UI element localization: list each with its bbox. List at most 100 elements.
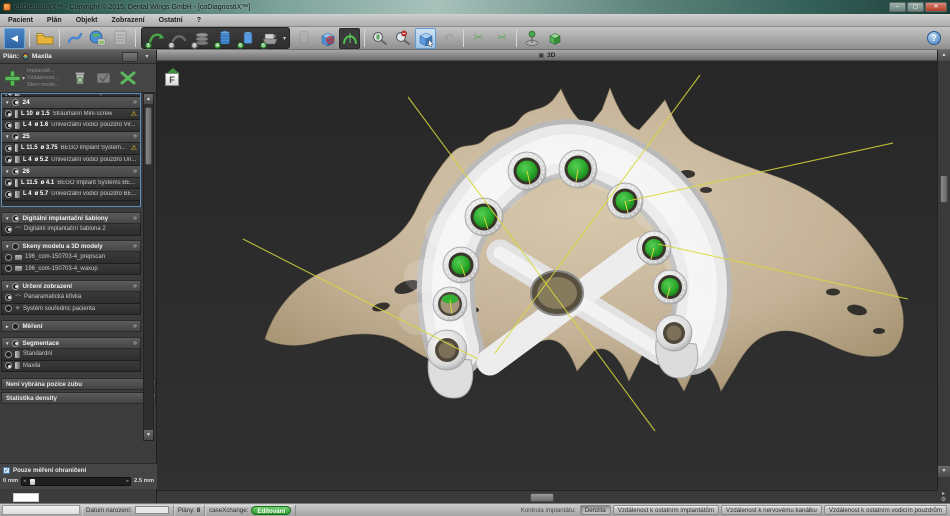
open-folder-button[interactable] xyxy=(34,28,55,49)
menu-zobrazeni[interactable]: Zobrazení xyxy=(112,17,145,24)
menu-ostatni[interactable]: Ostatní xyxy=(159,17,183,24)
collapse-triangle-icon[interactable]: ► xyxy=(5,324,9,329)
sleeve-implant[interactable] xyxy=(508,152,546,190)
sleeve-implant[interactable] xyxy=(559,150,597,188)
density-statistics-bar[interactable]: Statistika density ⇅ xyxy=(1,392,156,404)
collapse-triangle-icon[interactable]: ▼ xyxy=(5,100,9,105)
viewport-hscrollbar[interactable] xyxy=(157,490,937,503)
workflow-step-3-button[interactable]: 3 xyxy=(191,28,212,49)
visibility-radio[interactable] xyxy=(5,254,12,261)
section-header[interactable]: ▼ Skeny modelu a 3D modely » xyxy=(1,240,141,252)
plan-curve-button[interactable] xyxy=(64,28,85,49)
zoom-implant-button[interactable] xyxy=(369,28,390,49)
menu-pacient[interactable]: Pacient xyxy=(8,17,33,24)
report-button-disabled[interactable] xyxy=(110,28,131,49)
chevron-double-icon[interactable]: » xyxy=(133,283,137,290)
visibility-radio[interactable] xyxy=(12,168,19,175)
collapse-triangle-icon[interactable]: ▼ xyxy=(5,169,9,174)
check-distance-nerve-button[interactable]: Vzdálenost k nervovému kanálku xyxy=(721,505,822,515)
list-item[interactable]: 196_com-150703-4_prepscan xyxy=(1,252,141,264)
list-item[interactable]: Standardní xyxy=(1,349,141,361)
sleeve-implant[interactable] xyxy=(443,247,479,283)
density-slider[interactable]: ◂ ▸ xyxy=(21,477,131,486)
tree-item[interactable]: L 10 ø 1.5 Straumann Mini-screw ⚠ xyxy=(2,109,140,121)
viewport-vscrollbar[interactable]: ▲ ▼ xyxy=(937,50,950,490)
visibility-radio[interactable] xyxy=(5,122,12,129)
tooth-position-bar[interactable]: Není vybrána pozice zubu ⇅ xyxy=(1,378,156,390)
chevron-double-icon[interactable]: » xyxy=(133,168,137,175)
sleeve-implant[interactable] xyxy=(637,231,671,265)
list-item[interactable]: 196_com-150703-4_waxup xyxy=(1,264,141,276)
list-item[interactable]: ✳ Systém souřednic pacienta xyxy=(1,304,141,316)
slider-right-arrow[interactable]: ▸ xyxy=(127,478,130,484)
checklist-button[interactable] xyxy=(93,68,115,88)
visibility-radio[interactable] xyxy=(5,145,12,152)
undo-button[interactable]: ↶ xyxy=(438,28,459,49)
viewport-header[interactable]: ▣ 3D xyxy=(157,50,937,61)
check-distance-sleeves-button[interactable]: Vzdálenost k ostatním vodicím pouzdrům xyxy=(824,505,947,515)
orientation-cube[interactable]: F xyxy=(165,68,181,86)
maximize-button[interactable]: ▢ xyxy=(907,2,924,12)
list-item[interactable]: ⌒ Panaramatická křivka xyxy=(1,292,141,304)
gear-icon[interactable]: ⚙ xyxy=(941,497,946,503)
workflow-step-1-button[interactable]: 1 xyxy=(145,28,166,49)
chevron-double-icon[interactable]: » xyxy=(133,133,137,140)
3d-scene[interactable] xyxy=(157,61,937,490)
chevron-double-icon[interactable]: » xyxy=(133,215,137,222)
menu-plan[interactable]: Plán xyxy=(47,17,62,24)
visibility-radio[interactable] xyxy=(12,133,19,140)
collapse-triangle-icon[interactable]: ▼ xyxy=(5,216,9,221)
collapse-triangle-icon[interactable]: ▼ xyxy=(5,284,9,289)
viewport-corner-buttons[interactable]: ▸ ⚙ xyxy=(937,490,950,503)
visibility-radio[interactable] xyxy=(5,226,12,233)
sleeve-implant[interactable] xyxy=(653,270,687,304)
cut-bone-button[interactable]: ✂ xyxy=(468,28,489,49)
joystick-button[interactable] xyxy=(521,28,542,49)
visibility-radio[interactable] xyxy=(12,283,19,290)
workflow-step-4-button[interactable]: 4 xyxy=(214,28,235,49)
panoramic-view-button[interactable] xyxy=(339,28,360,49)
chevron-double-icon[interactable]: » xyxy=(133,323,137,330)
section-header[interactable]: ▼ Segmentace » xyxy=(1,337,141,349)
tooth-group-25[interactable]: ▼ 25 » xyxy=(2,132,140,144)
slider-thumb[interactable] xyxy=(30,479,35,485)
menu-help[interactable]: ? xyxy=(197,17,201,24)
workflow-dropdown-caret[interactable]: ▾ xyxy=(283,35,286,42)
visibility-radio[interactable] xyxy=(5,265,12,272)
workflow-step-6-button[interactable]: 6 xyxy=(260,28,281,49)
tooth-group-26[interactable]: ▼ 26 » xyxy=(2,166,140,178)
sidebar-scrollbar[interactable]: ▲ ▼ xyxy=(143,93,154,441)
add-object-button[interactable] xyxy=(2,68,22,88)
chevron-double-icon[interactable]: » xyxy=(133,99,137,106)
visibility-radio[interactable] xyxy=(5,362,12,369)
plan-list-button[interactable] xyxy=(122,52,138,62)
visibility-radio[interactable] xyxy=(5,110,12,117)
visibility-radio[interactable] xyxy=(5,179,12,186)
delete-object-button[interactable] xyxy=(69,68,91,88)
scroll-thumb[interactable] xyxy=(940,175,948,203)
plan-dropdown-caret[interactable]: ▾ xyxy=(141,52,153,62)
visibility-radio[interactable] xyxy=(5,156,12,163)
visibility-radio[interactable] xyxy=(5,351,12,358)
tooth-group-24[interactable]: ▼ 24 » xyxy=(2,97,140,109)
green-cube-button[interactable] xyxy=(544,28,565,49)
sleeve-implant-partial[interactable] xyxy=(433,287,467,321)
section-header[interactable]: ▼ Digitální implantační šablony » xyxy=(1,212,141,224)
visibility-radio[interactable] xyxy=(5,93,12,97)
cube-3d-view-button-selected[interactable] xyxy=(415,28,436,49)
chevron-double-icon[interactable]: » xyxy=(133,340,137,347)
collapse-triangle-icon[interactable]: ▼ xyxy=(5,341,9,346)
visibility-radio[interactable] xyxy=(5,191,12,198)
limit-checkbox-label[interactable]: Pouze měření ohraničení xyxy=(13,467,86,474)
scroll-down-button[interactable]: ▼ xyxy=(144,430,153,440)
workflow-step-2-button[interactable]: 2 xyxy=(168,28,189,49)
workflow-step-5-button[interactable]: 5 xyxy=(237,28,258,49)
collapse-triangle-icon[interactable]: ▼ xyxy=(5,244,9,249)
scroll-thumb[interactable] xyxy=(530,493,554,502)
add-dropdown-caret[interactable]: ▾ xyxy=(22,75,25,82)
slider-left-arrow[interactable]: ◂ xyxy=(23,478,26,484)
viewport-3d[interactable]: ▣ 3D xyxy=(157,50,950,503)
anchor-ring[interactable] xyxy=(656,315,692,351)
visibility-radio[interactable] xyxy=(5,305,12,312)
back-button[interactable]: ◀ xyxy=(4,28,25,49)
